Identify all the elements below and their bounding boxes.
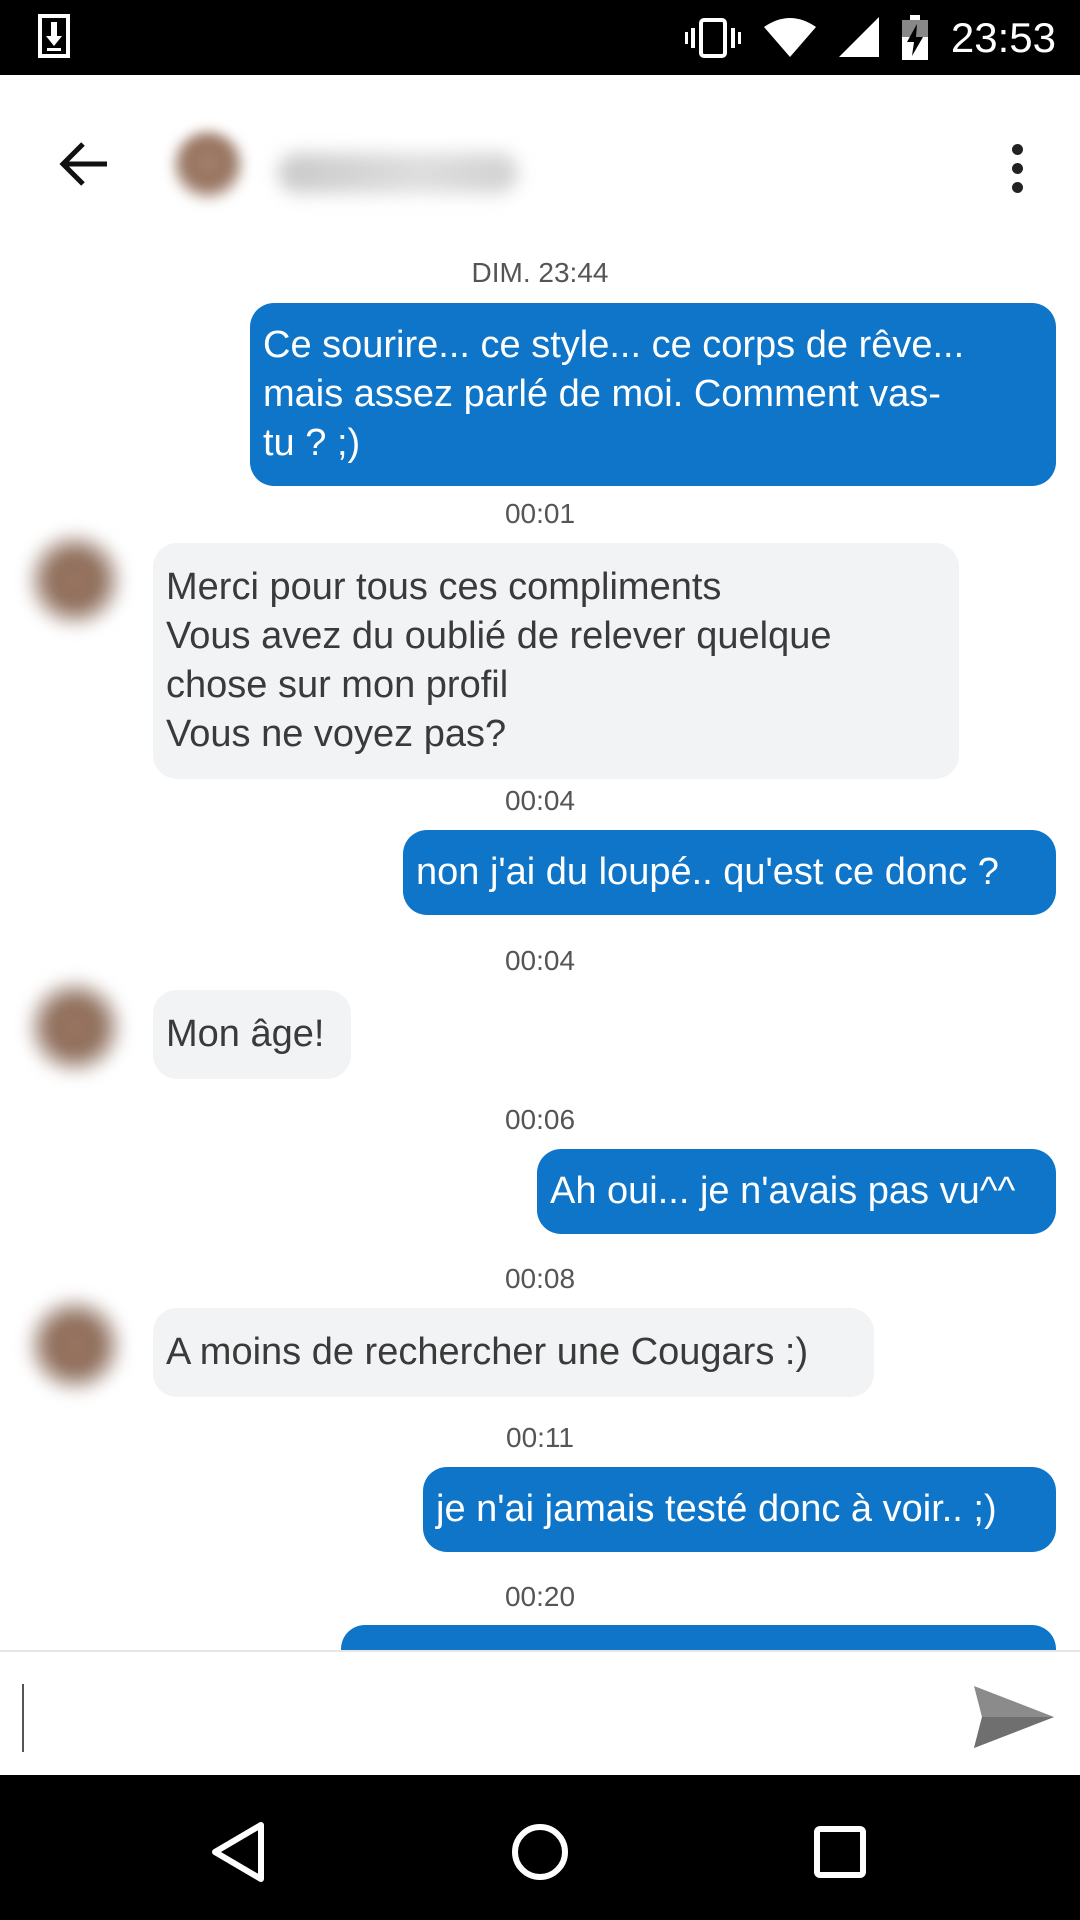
nav-back-button[interactable] bbox=[205, 1817, 275, 1887]
day-timestamp: DIM. 23:44 bbox=[471, 257, 609, 288]
status-time: 23:53 bbox=[950, 13, 1056, 61]
recents-square-icon bbox=[814, 1826, 866, 1878]
message-timestamp: 00:01 bbox=[504, 498, 576, 529]
nav-recents-button[interactable] bbox=[805, 1817, 875, 1887]
message-composer bbox=[0, 1650, 1080, 1777]
message-outgoing[interactable] bbox=[341, 1625, 1056, 1650]
download-icon bbox=[38, 14, 70, 58]
overflow-menu-button[interactable] bbox=[992, 133, 1042, 203]
system-nav-bar bbox=[0, 1775, 1080, 1920]
message-outgoing[interactable]: non j'ai du loupé.. qu'est ce donc ? bbox=[403, 830, 1056, 915]
message-timestamp: 00:08 bbox=[504, 1263, 576, 1294]
message-timestamp: 00:06 bbox=[504, 1104, 576, 1135]
message-timestamp: 00:04 bbox=[504, 945, 576, 976]
send-icon bbox=[974, 1686, 1054, 1748]
message-input[interactable] bbox=[30, 1672, 934, 1754]
vibrate-icon bbox=[684, 17, 741, 58]
message-incoming[interactable]: Mon âge! bbox=[153, 990, 351, 1079]
more-vert-dot bbox=[1011, 162, 1023, 174]
signal-icon bbox=[838, 16, 879, 57]
home-circle-icon bbox=[512, 1824, 568, 1880]
more-vert-icon bbox=[1011, 143, 1023, 155]
contact-name-blurred bbox=[278, 153, 518, 193]
back-triangle-icon bbox=[212, 1822, 264, 1882]
message-timestamp: 00:11 bbox=[506, 1422, 574, 1453]
back-button[interactable] bbox=[50, 130, 118, 198]
message-outgoing[interactable]: Ah oui... je n'avais pas vu^^ bbox=[537, 1149, 1056, 1234]
arrow-back-icon bbox=[59, 142, 107, 186]
contact-header[interactable] bbox=[128, 113, 648, 213]
wifi-icon bbox=[763, 17, 816, 57]
app-bar bbox=[0, 75, 1080, 245]
message-outgoing[interactable]: Ce sourire... ce style... ce corps de rê… bbox=[250, 303, 1056, 486]
message-outgoing[interactable]: je n'ai jamais testé donc à voir.. ;) bbox=[423, 1467, 1056, 1552]
message-timestamp: 00:20 bbox=[504, 1581, 576, 1612]
contact-avatar bbox=[173, 131, 243, 201]
nav-home-button[interactable] bbox=[505, 1817, 575, 1887]
contact-avatar-small[interactable] bbox=[25, 1295, 125, 1395]
contact-avatar-small[interactable] bbox=[25, 977, 125, 1077]
text-cursor bbox=[22, 1684, 24, 1752]
more-vert-dot bbox=[1011, 181, 1023, 193]
message-incoming[interactable]: A moins de rechercher une Cougars :) bbox=[153, 1308, 874, 1397]
send-button[interactable] bbox=[970, 1682, 1056, 1752]
message-timestamp: 00:04 bbox=[504, 785, 576, 816]
battery-charging-icon bbox=[901, 14, 928, 60]
contact-avatar-small[interactable] bbox=[25, 530, 125, 630]
status-bar: 23:53 bbox=[0, 0, 1080, 75]
message-incoming[interactable]: Merci pour tous ces compliments Vous ave… bbox=[153, 543, 959, 779]
message-list[interactable]: DIM. 23:44 Ce sourire... ce style... ce … bbox=[0, 245, 1080, 1650]
